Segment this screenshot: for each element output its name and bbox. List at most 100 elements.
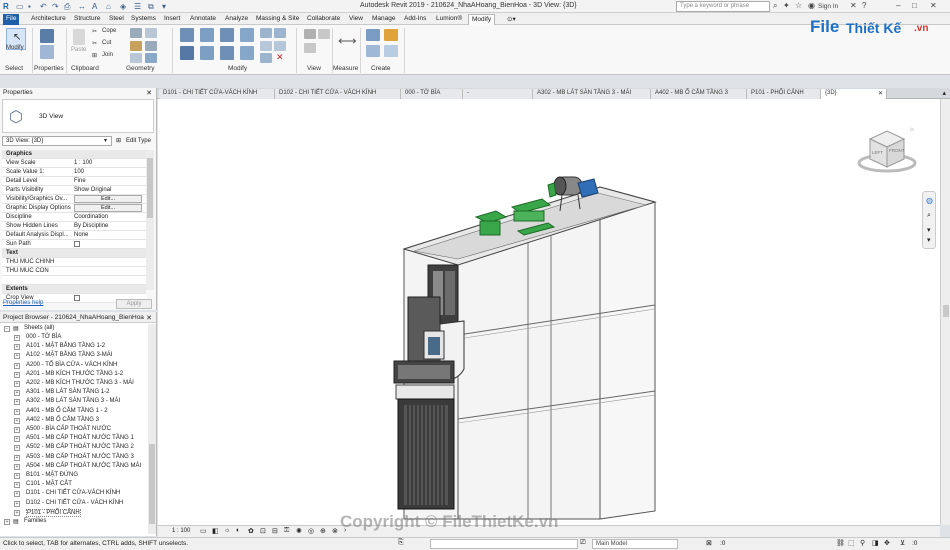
sheet-item[interactable]: A200 - TỔ BÌA CỬA - VÁCH KÍNH (26, 362, 117, 368)
section-qa-icon[interactable]: ◈ (120, 2, 126, 11)
trim-icon[interactable] (240, 46, 254, 60)
sheet-expand-icon[interactable]: + (14, 371, 20, 378)
cope-icon[interactable]: ✂ (92, 28, 97, 35)
property-value[interactable]: Show Original (74, 187, 111, 193)
property-value[interactable]: Coordination (74, 214, 108, 220)
exchange-icon[interactable]: ✕ (850, 1, 857, 10)
view-scale[interactable]: 1 : 100 (172, 528, 190, 534)
visual-style-icon[interactable]: ◧ (212, 527, 219, 535)
drag-elements-icon[interactable]: ✥ (884, 539, 890, 547)
sheet-item[interactable]: A102 - MẶT BẰNG TẦNG 3-MÁI (26, 352, 112, 358)
tab-structure[interactable]: Structure (71, 14, 103, 25)
sheet-expand-icon[interactable]: + (14, 482, 20, 489)
sheet-item[interactable]: P101 - PHỐI CẢNH (26, 508, 81, 517)
property-value[interactable]: By Discipline (74, 223, 108, 229)
view-tool-3-icon[interactable] (304, 43, 316, 53)
3d-view-qa-icon[interactable]: ⌂ (106, 2, 111, 11)
sheet-expand-icon[interactable]: + (14, 473, 20, 479)
sheet-item[interactable]: A500 - BÌA CẤP THOÁT NƯỚC (26, 426, 111, 432)
geometry-tool-2-icon[interactable] (145, 28, 157, 38)
subscription-icon[interactable]: ✦ (783, 1, 790, 10)
tab-file[interactable]: File (3, 14, 20, 25)
thin-lines-icon[interactable]: ☰ (134, 2, 141, 11)
edit-type-icon[interactable]: ⊞ (116, 137, 121, 144)
view-tab-close-icon[interactable]: ✕ (878, 90, 883, 97)
sheet-item[interactable]: B101 - MẶT ĐỨNG (26, 472, 78, 478)
tab-view[interactable]: View (346, 14, 366, 25)
stair-window[interactable] (445, 271, 455, 315)
delete-icon[interactable]: ✕ (276, 52, 284, 63)
families-expand-icon[interactable]: + (4, 519, 10, 525)
sun-path-icon[interactable]: ☼ (224, 527, 230, 534)
view-tool-2-icon[interactable] (318, 29, 330, 39)
save-icon[interactable]: ▪ (28, 2, 31, 11)
render-icon[interactable]: ✿ (248, 527, 254, 535)
user-icon[interactable]: ◉ (808, 1, 815, 10)
create-group-icon[interactable] (366, 45, 380, 57)
search-icon[interactable]: ⌕ (773, 1, 777, 11)
measure-qa-icon[interactable]: ↔ (78, 2, 86, 11)
redo-icon[interactable]: ↷ (52, 2, 59, 11)
create-parts-icon[interactable] (384, 29, 398, 41)
editable-only-icon[interactable]: ⊠ (706, 539, 712, 547)
sheet-expand-icon[interactable]: + (14, 353, 20, 360)
sheet-expand-icon[interactable]: + (14, 390, 20, 397)
mirror-axis-icon[interactable] (220, 28, 234, 42)
sheet-item[interactable]: 000 - TỜ BÌA (26, 334, 61, 340)
canvas-scroll-thumb[interactable] (943, 305, 949, 317)
tab-modify[interactable]: Modify (468, 14, 496, 25)
property-section-header[interactable]: Graphics (2, 150, 146, 159)
selector-dropdown-icon[interactable]: ▾ (104, 137, 107, 144)
cope-label[interactable]: Cope (102, 28, 116, 34)
view-tab-d101[interactable]: D101 - CHI TIẾT CỬA-VÁCH KÍNH (159, 89, 275, 99)
zoom-icon[interactable]: ⌕ (927, 212, 931, 220)
navigation-menu-icon[interactable]: ▾ (927, 236, 931, 244)
sheet-item[interactable]: A302 - MB LÁT SÀN TẦNG 3 - MÁI (26, 398, 120, 404)
join-label[interactable]: Join (102, 52, 113, 58)
property-section-header[interactable]: Text (2, 249, 146, 258)
worksharing-icon[interactable]: ⊕ (320, 527, 326, 535)
detail-level-icon[interactable]: ▭ (200, 527, 207, 535)
tab-analyze[interactable]: Analyze (222, 14, 251, 25)
sheet-item[interactable]: A502 - MB CẤP THOÁT NƯỚC TẦNG 2 (26, 444, 134, 450)
properties-help-link[interactable]: Properties help (3, 300, 43, 306)
browser-close-icon[interactable]: ✕ (146, 314, 152, 322)
type-properties-icon[interactable] (40, 45, 54, 59)
sheet-item[interactable]: A201 - MB KÍCH THƯỚC TẦNG 1-2 (26, 371, 123, 377)
sheet-item[interactable]: D101 - CHI TIẾT CỬA-VÁCH KÍNH (26, 490, 120, 496)
view-tab-3d[interactable]: {3D} ✕ (821, 89, 887, 99)
tab-massing-site[interactable]: Massing & Site (253, 14, 302, 25)
sheet-expand-icon[interactable]: + (14, 335, 20, 341)
sheet-expand-icon[interactable]: + (14, 436, 20, 443)
crop-view-icon[interactable]: ⊡ (260, 527, 266, 535)
print-icon[interactable]: ⎙ (64, 2, 70, 12)
canvas-scrollbar[interactable] (940, 99, 950, 525)
zoom-dropdown-icon[interactable]: ▾ (927, 226, 931, 234)
tab-insert[interactable]: Insert (161, 14, 183, 25)
temporary-hide-icon[interactable]: ✺ (296, 527, 302, 535)
property-value[interactable]: None (74, 232, 88, 238)
open-icon[interactable]: ▭ (16, 2, 24, 11)
edit-button[interactable]: Edit... (74, 195, 142, 203)
sheet-expand-icon[interactable]: + (14, 500, 20, 507)
sheet-expand-icon[interactable]: + (14, 344, 20, 351)
properties-scroll-thumb[interactable] (147, 158, 153, 218)
copy-icon[interactable] (200, 46, 214, 60)
sheet-item[interactable]: A101 - MẶT BẰNG TẦNG 1-2 (26, 343, 105, 349)
view-tab-d102[interactable]: D102 - CHI TIẾT CỬA - VÁCH KÍNH (275, 89, 401, 99)
tab-lumion[interactable]: Lumion® (433, 14, 465, 25)
reveal-hidden-icon[interactable]: ◎ (308, 527, 314, 535)
garage-door[interactable] (404, 405, 448, 505)
measure-icon[interactable]: ⟷ (338, 33, 357, 49)
sheet-item[interactable]: A402 - MB Ổ CẮM TẦNG 3 (26, 417, 99, 423)
properties-close-icon[interactable]: ✕ (146, 89, 152, 97)
array-icon[interactable] (274, 28, 286, 38)
properties-icon[interactable] (40, 29, 54, 43)
property-value[interactable]: Fine (74, 178, 86, 184)
worksets-icon[interactable]: ⎘ (398, 539, 404, 547)
3d-view-canvas[interactable]: LEFT FRONT ⌂ ◍ ⌕ ▾ ▾ (158, 99, 940, 525)
browser-scrollbar[interactable] (148, 324, 156, 534)
close-icon[interactable]: ✕ (930, 1, 937, 10)
sheets-collapse-icon[interactable]: − (4, 326, 10, 332)
sheet-expand-icon[interactable]: + (14, 454, 20, 461)
